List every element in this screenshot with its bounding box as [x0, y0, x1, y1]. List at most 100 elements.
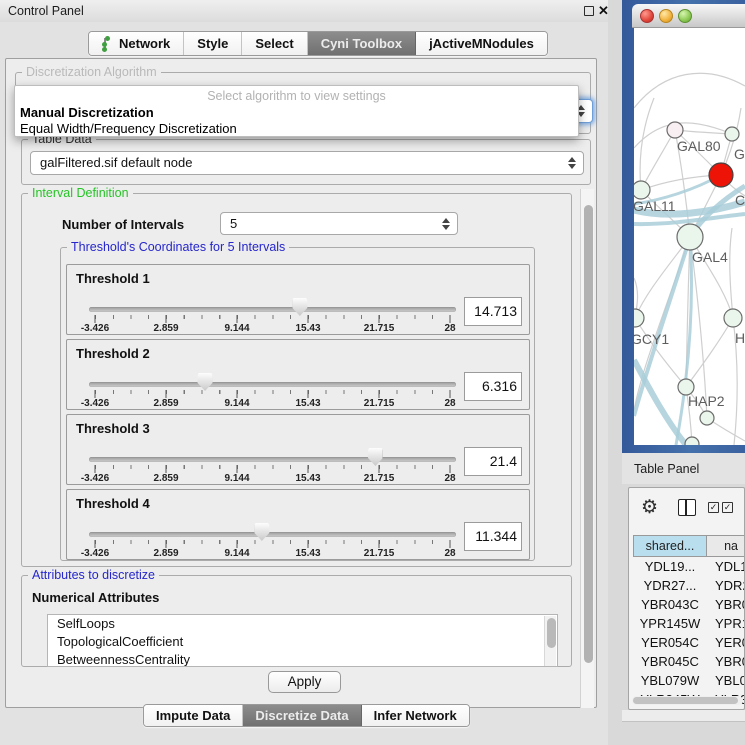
- table-panel-header: Table Panel: [622, 453, 745, 484]
- cell[interactable]: YDL19...: [633, 557, 707, 576]
- network-view-window: GAL80 GA C GAL11 GAL4 GCY1 H HAP2: [622, 0, 745, 456]
- network-node[interactable]: [700, 411, 714, 425]
- tab-cyni-toolbox[interactable]: Cyni Toolbox: [308, 32, 416, 55]
- network-canvas[interactable]: GAL80 GA C GAL11 GAL4 GCY1 H HAP2: [634, 28, 745, 445]
- tick-label: 2.859: [153, 398, 178, 409]
- tab-impute-data[interactable]: Impute Data: [144, 705, 243, 726]
- minimize-traffic-light[interactable]: [659, 9, 673, 23]
- threshold-2-slider-thumb[interactable]: [198, 373, 213, 391]
- cell[interactable]: YBL0: [707, 671, 745, 690]
- checkbox-icon[interactable]: ✓: [708, 502, 719, 513]
- popup-option-equal-width-frequency[interactable]: Equal Width/Frequency Discretization: [20, 121, 237, 136]
- threshold-1-slider-thumb[interactable]: [292, 298, 307, 316]
- checkbox-icon[interactable]: ✓: [722, 502, 733, 513]
- tick-label: 21.715: [364, 398, 395, 409]
- threshold-3-slider-thumb[interactable]: [368, 448, 383, 466]
- table-horizontal-scrollbar[interactable]: [632, 696, 743, 705]
- tick-label: 15.43: [295, 548, 320, 559]
- table-row[interactable]: YBL079WYBL0: [633, 671, 745, 690]
- cell[interactable]: YBR043C: [633, 595, 707, 614]
- threshold-3-value-field[interactable]: 21.4: [464, 447, 522, 476]
- threshold-1-value-field[interactable]: 14.713: [464, 297, 522, 326]
- network-node-gal4[interactable]: [677, 224, 703, 250]
- list-item-betweennesscentrality[interactable]: BetweennessCentrality: [48, 651, 557, 667]
- threshold-4-slider-thumb[interactable]: [254, 523, 269, 541]
- node-label-gal4: GAL4: [692, 249, 728, 265]
- cell[interactable]: YDL1: [707, 557, 745, 576]
- tab-infer-network[interactable]: Infer Network: [362, 705, 469, 726]
- table-rows: YDL19...YDL1 YDR27...YDR2 YBR043CYBR0 YP…: [633, 557, 745, 710]
- table-row[interactable]: YBR043CYBR0: [633, 595, 745, 614]
- algorithm-dropdown-popup: Select algorithm to view settings Manual…: [14, 85, 579, 137]
- table-horizontal-scrollbar-thumb[interactable]: [633, 697, 738, 704]
- table-row[interactable]: YDL19...YDL1: [633, 557, 745, 576]
- network-node-gal11[interactable]: [634, 181, 650, 199]
- table-data-select[interactable]: galFiltered.sif default node: [30, 151, 584, 175]
- network-node-gcy1[interactable]: [634, 309, 644, 327]
- cell[interactable]: YBR0: [707, 595, 745, 614]
- tab-discretize-data[interactable]: Discretize Data: [243, 705, 361, 726]
- apply-button[interactable]: Apply: [268, 671, 341, 693]
- tab-select[interactable]: Select: [242, 32, 307, 55]
- gear-icon[interactable]: ⚙: [641, 496, 658, 519]
- cell[interactable]: YBR0: [707, 652, 745, 671]
- network-node[interactable]: [685, 437, 699, 445]
- popup-option-manual-discretization[interactable]: Manual Discretization: [20, 105, 154, 120]
- table-panel-footer: [622, 710, 745, 722]
- tick-label: -3.426: [81, 548, 109, 559]
- threshold-1-tick-labels: -3.426 2.859 9.144 15.43 21.715 28: [95, 323, 450, 335]
- table-row[interactable]: YDR27...YDR2: [633, 576, 745, 595]
- threshold-3-tick-labels: -3.426 2.859 9.144 15.43 21.715 28: [95, 473, 450, 485]
- cell[interactable]: YPR1: [707, 614, 745, 633]
- zoom-traffic-light[interactable]: [678, 9, 692, 23]
- network-node[interactable]: [725, 127, 739, 141]
- list-scrollbar[interactable]: [544, 616, 556, 667]
- table-panel: ⚙ ✓ ✓ shared... na YDL19...YDL1 YDR27...…: [628, 487, 745, 710]
- split-columns-icon[interactable]: [678, 499, 696, 516]
- cell[interactable]: YER054C: [633, 633, 707, 652]
- threshold-4-value-field[interactable]: 11.344: [464, 522, 522, 551]
- network-node[interactable]: [724, 309, 742, 327]
- close-icon[interactable]: ✕: [598, 3, 609, 19]
- numerical-attributes-list[interactable]: SelfLoops TopologicalCoefficient Between…: [47, 614, 558, 667]
- tab-jactivemnodules-label: jActiveMNodules: [429, 36, 534, 51]
- list-item-topologicalcoefficient[interactable]: TopologicalCoefficient: [48, 633, 557, 651]
- cell[interactable]: YDR27...: [633, 576, 707, 595]
- interval-definition-group-label: Interval Definition: [28, 186, 133, 200]
- tick-label: 9.144: [224, 398, 249, 409]
- close-traffic-light[interactable]: [640, 9, 654, 23]
- cell[interactable]: YPR145W: [633, 614, 707, 633]
- tick-label: 15.43: [295, 323, 320, 334]
- tick-label: 15.43: [295, 398, 320, 409]
- threshold-2-value-field[interactable]: 6.316: [464, 372, 522, 401]
- tab-style[interactable]: Style: [184, 32, 242, 55]
- threshold-1-ticks: [95, 315, 450, 323]
- tab-network[interactable]: Network: [89, 32, 184, 55]
- column-header-shared-name[interactable]: shared...: [633, 535, 707, 557]
- table-row[interactable]: YBR045CYBR0: [633, 652, 745, 671]
- cell[interactable]: YER0: [707, 633, 745, 652]
- tick-label: 21.715: [364, 548, 395, 559]
- tick-label: 2.859: [153, 473, 178, 484]
- table-row[interactable]: YPR145WYPR1: [633, 614, 745, 633]
- column-header-name[interactable]: na: [707, 535, 745, 557]
- panel-scrollbar-thumb[interactable]: [584, 205, 593, 663]
- float-window-icon[interactable]: [584, 6, 594, 16]
- list-scrollbar-thumb[interactable]: [547, 618, 556, 648]
- tick-label: 28: [444, 473, 455, 484]
- tick-label: 28: [444, 323, 455, 334]
- cell[interactable]: YBR045C: [633, 652, 707, 671]
- panel-scrollbar[interactable]: [580, 189, 594, 708]
- tick-label: 9.144: [224, 548, 249, 559]
- cell[interactable]: YBL079W: [633, 671, 707, 690]
- number-of-intervals-select[interactable]: 5: [220, 212, 458, 235]
- network-graph: GAL80 GA C GAL11 GAL4 GCY1 H HAP2: [634, 28, 745, 445]
- network-node-gal80[interactable]: [667, 122, 683, 138]
- network-window-titlebar[interactable]: [632, 4, 745, 28]
- tick-label: 9.144: [224, 323, 249, 334]
- table-row[interactable]: YER054CYER0: [633, 633, 745, 652]
- tab-jactivemnodules[interactable]: jActiveMNodules: [416, 32, 547, 55]
- network-node-selected[interactable]: [709, 163, 733, 187]
- list-item-selfloops[interactable]: SelfLoops: [48, 615, 557, 633]
- cell[interactable]: YDR2: [707, 576, 745, 595]
